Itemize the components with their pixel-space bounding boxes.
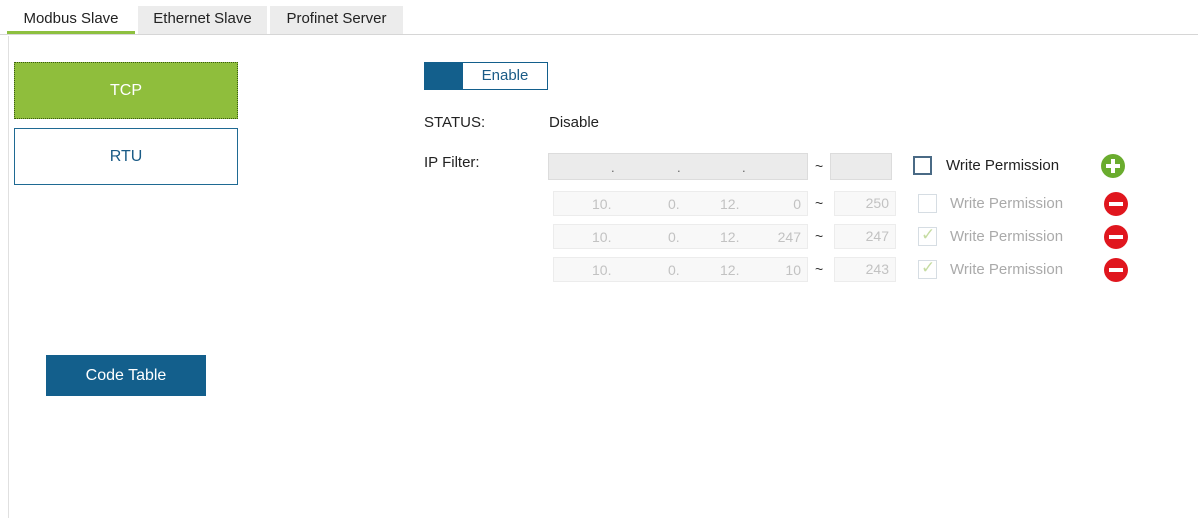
toggle-knob [425, 63, 463, 89]
write-permission-label: Write Permission [946, 157, 1060, 174]
minus-circle-icon[interactable] [1104, 225, 1128, 249]
status-label: STATUS: [424, 114, 486, 131]
ip-octet: 0. [668, 229, 680, 245]
enable-label: Enable [481, 67, 529, 84]
write-permission-checkbox: ✓ [918, 225, 937, 246]
ip-octet: 12. [720, 229, 740, 245]
ip-octet: 10 [785, 262, 801, 278]
ip-octet: 10. [592, 229, 612, 245]
write-permission-checkbox[interactable] [913, 156, 932, 175]
tab-bar: Modbus Slave Ethernet Slave Profinet Ser… [0, 0, 1198, 36]
tab-divider [0, 34, 1198, 35]
ip-filter-start-input[interactable]: . . . [548, 153, 808, 180]
ip-octet: 0 [793, 196, 801, 212]
filter-row-end: 247 [834, 224, 896, 249]
ip-octet: 0. [668, 262, 680, 278]
ip-octet: 10. [592, 196, 612, 212]
filter-row-ip: 10. 0. 12. 247 [553, 224, 808, 249]
ip-filter-label: IP Filter: [424, 154, 480, 171]
minus-circle-icon[interactable] [1104, 192, 1128, 216]
write-permission-label: Write Permission [950, 261, 1064, 278]
tab-ethernet-slave[interactable]: Ethernet Slave [138, 6, 267, 34]
filter-row-end: 250 [834, 191, 896, 216]
write-permission-checkbox [918, 194, 937, 213]
checkmark-icon: ✓ [921, 258, 936, 277]
ip-octet: 12. [720, 262, 740, 278]
code-table-button[interactable]: Code Table [46, 355, 206, 396]
ip-dot: . [611, 160, 615, 175]
write-permission-label: Write Permission [950, 195, 1064, 212]
ip-octet: 12. [720, 196, 740, 212]
ip-octet: 10. [592, 262, 612, 278]
filter-row-end: 243 [834, 257, 896, 282]
tab-profinet-server[interactable]: Profinet Server [270, 6, 403, 34]
rtu-button[interactable]: RTU [14, 128, 238, 185]
ip-filter-end-input[interactable] [830, 153, 892, 180]
panel-border [8, 36, 9, 518]
ip-dot: . [742, 160, 746, 175]
range-tilde: ~ [815, 261, 824, 277]
write-permission-label: Write Permission [950, 228, 1064, 245]
tcp-button[interactable]: TCP [14, 62, 238, 119]
plus-circle-icon[interactable] [1101, 154, 1125, 178]
checkmark-icon: ✓ [921, 225, 936, 244]
minus-circle-icon[interactable] [1104, 258, 1128, 282]
filter-row-ip: 10. 0. 12. 0 [553, 191, 808, 216]
write-permission-checkbox: ✓ [918, 258, 937, 279]
range-tilde: ~ [815, 228, 824, 244]
status-value: Disable [549, 114, 600, 131]
ip-octet: 0. [668, 196, 680, 212]
range-tilde: ~ [815, 195, 824, 211]
filter-row-ip: 10. 0. 12. 10 [553, 257, 808, 282]
enable-toggle[interactable]: Enable [424, 62, 548, 90]
range-tilde: ~ [815, 158, 824, 174]
ip-dot: . [677, 160, 681, 175]
ip-octet: 247 [777, 229, 801, 245]
tab-modbus-slave[interactable]: Modbus Slave [7, 6, 135, 34]
